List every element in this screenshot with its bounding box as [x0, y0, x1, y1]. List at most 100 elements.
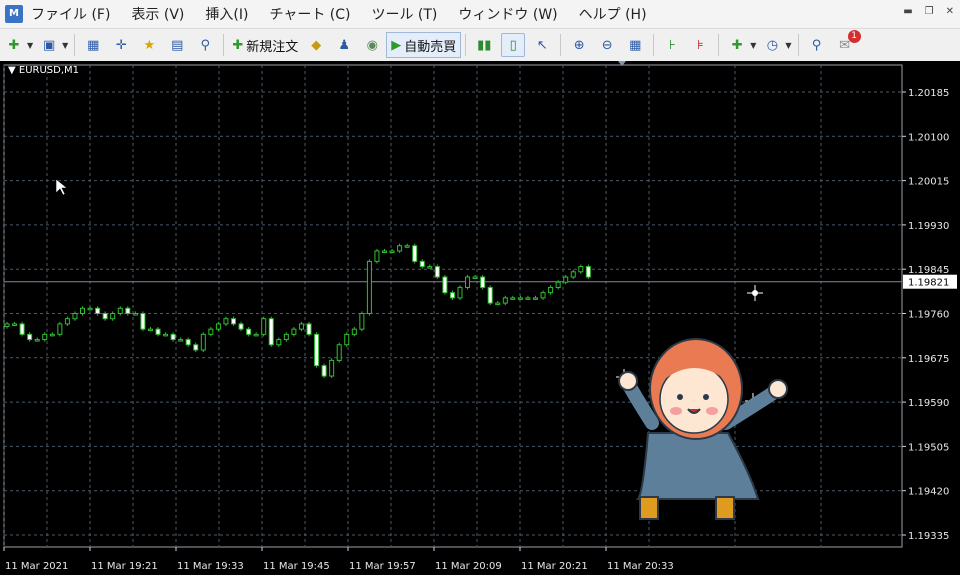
mascot-body — [635, 432, 760, 500]
candle-body — [102, 313, 108, 320]
notifications-icon[interactable]: ✉ 1 — [834, 30, 861, 56]
menu-tools[interactable]: ツール (T) — [371, 4, 437, 24]
tile-windows-icon[interactable]: ▦ — [624, 34, 646, 56]
search-icon[interactable]: ⚲ — [806, 34, 828, 56]
menu-help[interactable]: ヘルプ (H) — [579, 4, 647, 24]
candle-body — [223, 318, 229, 325]
candle — [298, 321, 304, 332]
candlestick-chart-icon[interactable]: ▯ — [501, 33, 526, 57]
candle-body — [125, 307, 131, 315]
zoom-in-icon[interactable]: ⊕ — [568, 34, 590, 56]
candle — [95, 306, 101, 316]
metaeditor-icon[interactable]: ◆ — [305, 34, 327, 56]
candle-body — [314, 333, 320, 367]
y-tick-label: 1.19590 — [908, 398, 949, 409]
candle-body — [253, 333, 259, 337]
chevron-down-icon[interactable]: ▼ — [750, 41, 756, 50]
market-watch-icon[interactable]: ▦ — [82, 34, 104, 56]
candle — [170, 332, 176, 342]
candle — [585, 264, 591, 280]
terminal-icon[interactable]: ▤ — [166, 34, 188, 56]
crosshair-icon[interactable]: ✛ — [110, 34, 132, 56]
chevron-down-icon[interactable]: ▼ — [785, 41, 791, 50]
menu-insert[interactable]: 挿入(I) — [205, 4, 248, 24]
candle-body — [27, 333, 33, 341]
tester-icon[interactable]: ⚲ — [194, 34, 216, 56]
candle-body — [336, 344, 342, 361]
x-tick-label: 11 Mar 19:45 — [263, 561, 330, 572]
candle-body — [442, 276, 448, 294]
autotrade-button[interactable]: ▶ 自動売買 — [386, 32, 462, 58]
candle — [238, 321, 244, 332]
x-tick-label: 11 Mar 19:33 — [177, 561, 244, 572]
candle — [64, 316, 70, 327]
vps-icon[interactable]: ◉ — [361, 34, 383, 56]
zoom-out-icon[interactable]: ⊖ — [596, 34, 618, 56]
candle — [193, 342, 199, 353]
candle — [570, 269, 576, 280]
menu-chart[interactable]: チャート (C) — [269, 4, 350, 24]
candle — [442, 274, 448, 295]
candle — [366, 259, 372, 316]
candle — [457, 285, 463, 300]
candle-body — [12, 323, 18, 326]
mascot-character-illustration — [616, 285, 788, 520]
restore-icon[interactable]: ❐ — [925, 6, 934, 17]
toolbar-divider — [74, 34, 76, 56]
candle-body — [570, 271, 576, 278]
candle — [510, 295, 516, 300]
candle — [540, 290, 546, 300]
candle — [42, 332, 48, 342]
candle — [578, 264, 584, 274]
candle-body — [57, 323, 63, 335]
candle — [465, 274, 471, 290]
candle — [215, 321, 221, 332]
candle-body — [434, 266, 440, 278]
new-chart-icon[interactable]: ✚ — [3, 34, 25, 56]
candle-body — [351, 328, 357, 335]
candle-body — [34, 339, 40, 342]
line-chart-icon[interactable]: ↖ — [531, 34, 553, 56]
notification-badge: 1 — [847, 30, 861, 43]
candle — [178, 337, 184, 342]
candle — [374, 248, 380, 264]
auto-scroll-icon[interactable]: ⊦ — [661, 34, 683, 56]
candle-body — [140, 313, 146, 330]
indicators-icon[interactable]: ✚ — [726, 34, 748, 56]
periods-icon[interactable]: ◷ — [761, 34, 783, 56]
toolbar-divider — [465, 34, 467, 56]
signals-icon[interactable]: ♟ — [333, 34, 355, 56]
candle-body — [306, 323, 312, 335]
price-chart[interactable]: 1.20185 1.20100 1.20015 1.19930 1.19845 1.197… — [0, 61, 960, 575]
menu-view[interactable]: 表示 (V) — [131, 4, 184, 24]
favorites-icon[interactable]: ★ — [138, 34, 160, 56]
chevron-down-icon[interactable]: ▼ — [62, 41, 68, 50]
new-order-button[interactable]: ✚ 新規注文 — [228, 33, 302, 57]
candle — [306, 321, 312, 337]
candle-body — [185, 339, 191, 346]
y-tick-label: 1.19930 — [908, 221, 949, 232]
candle — [404, 243, 410, 248]
menu-window[interactable]: ウィンドウ (W) — [458, 4, 557, 24]
menu-file[interactable]: ファイル (F) — [31, 4, 110, 24]
candle — [563, 274, 569, 285]
bar-chart-icon[interactable]: ▮▮ — [473, 34, 495, 56]
candle-body — [231, 318, 236, 325]
minimize-icon[interactable]: ▬ — [903, 6, 912, 17]
candle-body — [457, 286, 463, 299]
x-tick-label: 11 Mar 20:21 — [521, 561, 588, 572]
close-icon[interactable]: ✕ — [946, 6, 954, 17]
chart-window[interactable]: 1.20185 1.20100 1.20015 1.19930 1.19845 1.197… — [0, 61, 960, 575]
candle — [351, 327, 357, 337]
app-logo-icon: M — [5, 4, 23, 23]
candle — [502, 295, 508, 306]
chart-shift-icon[interactable]: ⊧ — [689, 34, 711, 56]
candle-body — [49, 333, 55, 337]
toolbar-divider — [718, 34, 720, 56]
chevron-down-icon[interactable]: ▼ — [27, 41, 33, 50]
candle — [49, 332, 55, 337]
profiles-icon[interactable]: ▣ — [38, 34, 60, 56]
autotrade-icon: ▶ — [391, 37, 402, 53]
candle — [117, 306, 123, 316]
candle-body — [502, 297, 508, 304]
